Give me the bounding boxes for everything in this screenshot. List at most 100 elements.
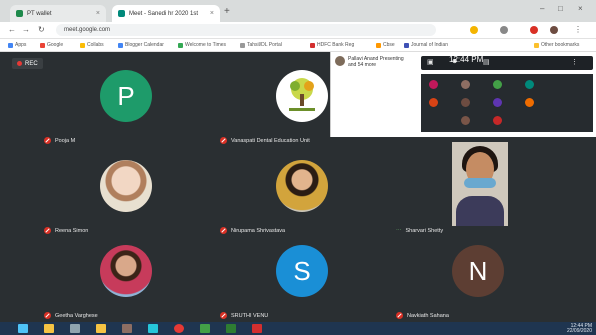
bookmarks-bar: Apps Google Collabs Blogger Calendar Wel… [0, 39, 596, 52]
tree-logo-icon [289, 78, 315, 111]
speaking-icon: ⋯ [396, 228, 402, 234]
taskbar-app-icon[interactable] [226, 324, 236, 333]
bookmark-item[interactable]: Collabs [80, 42, 104, 48]
screen: PT wallet × Meet - Sanedi hr 2020 1st × … [0, 0, 596, 335]
participant-name: Navkiath Sahana [407, 312, 449, 319]
bookmark-item[interactable]: Welcome to Times [178, 42, 226, 48]
more-icon[interactable]: ⋮ [571, 58, 578, 66]
bookmark-item[interactable]: Other bookmarks [534, 42, 579, 48]
minimize-icon[interactable]: – [540, 4, 544, 13]
participant-name: SRUTHI VENU [231, 312, 269, 319]
url-input[interactable]: meet.google.com [56, 24, 436, 36]
mic-off-icon [220, 227, 227, 234]
bookmark-item[interactable]: Apps [8, 42, 26, 48]
close-tab-icon[interactable]: × [210, 10, 214, 17]
extension-icon[interactable] [500, 26, 508, 34]
bookmark-item[interactable]: Blogger Calendar [118, 42, 164, 48]
mini-avatar [493, 116, 502, 125]
system-tray-clock[interactable]: 12:44 PM 22/09/2020 [567, 324, 592, 334]
floating-toolbar: ▣ ☻ ▤ ⋮ [421, 56, 593, 70]
record-dot-icon [17, 61, 22, 66]
bookmark-item[interactable]: HDFC Bank Reg [310, 42, 354, 48]
mini-avatar [525, 98, 534, 107]
profile-avatar[interactable] [550, 26, 558, 34]
mic-off-icon [44, 227, 51, 234]
wallet-favicon-icon [16, 10, 23, 17]
tab-meet[interactable]: Meet - Sanedi hr 2020 1st × [112, 5, 220, 22]
maximize-icon[interactable]: □ [558, 4, 563, 13]
reload-icon[interactable]: ↻ [38, 25, 45, 34]
taskbar-app-icon[interactable] [70, 324, 80, 333]
address-bar-row: ← → ↻ meet.google.com ⋮ [0, 22, 596, 39]
mic-off-icon [44, 312, 51, 319]
participant-photo [100, 245, 152, 297]
chat-icon[interactable]: ▤ [483, 58, 490, 66]
bookmark-item[interactable]: Google [40, 42, 63, 48]
mini-participant-grid [421, 74, 593, 132]
tab-label: Meet - Sanedi hr 2020 1st [129, 10, 199, 17]
participant-video[interactable] [452, 142, 508, 226]
new-tab-icon[interactable]: + [224, 6, 230, 17]
star-icon[interactable] [470, 26, 478, 34]
participant-name: Vanaspati Dental Education Unit [231, 137, 310, 144]
browser-tab-bar: PT wallet × Meet - Sanedi hr 2020 1st × … [0, 0, 596, 22]
file-explorer-icon[interactable] [44, 324, 54, 333]
meeting-clock: 12:44 PM [449, 55, 484, 64]
participant-name: Nirupama Shrivastava [231, 227, 286, 234]
participant-name: Pooja M [55, 137, 76, 144]
mic-off-icon [220, 137, 227, 144]
tab-wallet[interactable]: PT wallet × [10, 5, 106, 22]
participant-tile[interactable]: N Navkiath Sahana [392, 237, 562, 321]
organization-logo [276, 70, 328, 122]
bookmark-item[interactable]: Journal of Indian [404, 42, 448, 48]
participant-tile[interactable]: Reena Simon [40, 152, 210, 236]
mini-avatar [493, 98, 502, 107]
tab-label: PT wallet [27, 10, 52, 17]
participant-tile[interactable]: P Pooja M [40, 62, 210, 146]
layout-icon[interactable]: ▣ [427, 58, 434, 66]
participant-count: and 54 more [348, 62, 377, 68]
bookmark-item[interactable]: Cbse [376, 42, 395, 48]
tray-date: 22/09/2020 [566, 328, 592, 334]
forward-icon[interactable]: → [22, 25, 30, 34]
bookmark-item[interactable]: Tahsil/DL Portal [240, 42, 282, 48]
presenter-avatar [335, 56, 345, 66]
record-extension-icon[interactable] [530, 26, 538, 34]
start-icon[interactable] [18, 324, 28, 333]
participant-tile[interactable]: S SRUTHI VENU [216, 237, 386, 321]
mini-avatar [461, 116, 470, 125]
taskbar-app-icon[interactable] [122, 324, 132, 333]
taskbar-app-icon[interactable] [200, 324, 210, 333]
mini-avatar [429, 98, 438, 107]
participant-photo [276, 160, 328, 212]
participant-name: Geetha Varghese [55, 312, 98, 319]
mini-avatar [429, 80, 438, 89]
windows-taskbar: 12:44 PM 22/09/2020 [0, 322, 596, 335]
taskbar-app-icon[interactable] [96, 324, 106, 333]
close-tab-icon[interactable]: × [96, 10, 100, 17]
taskbar-app-icon[interactable] [252, 324, 262, 333]
mini-avatar [461, 98, 470, 107]
mini-avatar [525, 80, 534, 89]
avatar: S [276, 245, 328, 297]
mini-avatar [493, 80, 502, 89]
taskbar-app-icon[interactable] [148, 324, 158, 333]
participant-tile[interactable]: Nirupama Shrivastava [216, 152, 386, 236]
url-text: meet.google.com [64, 27, 111, 33]
avatar: P [100, 70, 152, 122]
presenter-info: Pallavi Anand Presenting and 54 more [335, 56, 404, 68]
back-icon[interactable]: ← [8, 25, 16, 34]
participant-name: Reena Simon [55, 227, 89, 234]
participant-photo [100, 160, 152, 212]
recording-badge: REC [12, 58, 43, 69]
presentation-overlay: Pallavi Anand Presenting and 54 more ▣ ☻… [330, 52, 596, 137]
participant-name: Sharvari Shetty [405, 228, 444, 234]
mic-off-icon [396, 312, 403, 319]
meet-favicon-icon [118, 10, 125, 17]
close-window-icon[interactable]: × [578, 4, 583, 13]
chrome-icon[interactable] [174, 324, 184, 333]
avatar: N [452, 245, 504, 297]
participant-tile[interactable]: Geetha Varghese [40, 237, 210, 321]
menu-icon[interactable]: ⋮ [574, 25, 582, 34]
mini-avatar [461, 80, 470, 89]
